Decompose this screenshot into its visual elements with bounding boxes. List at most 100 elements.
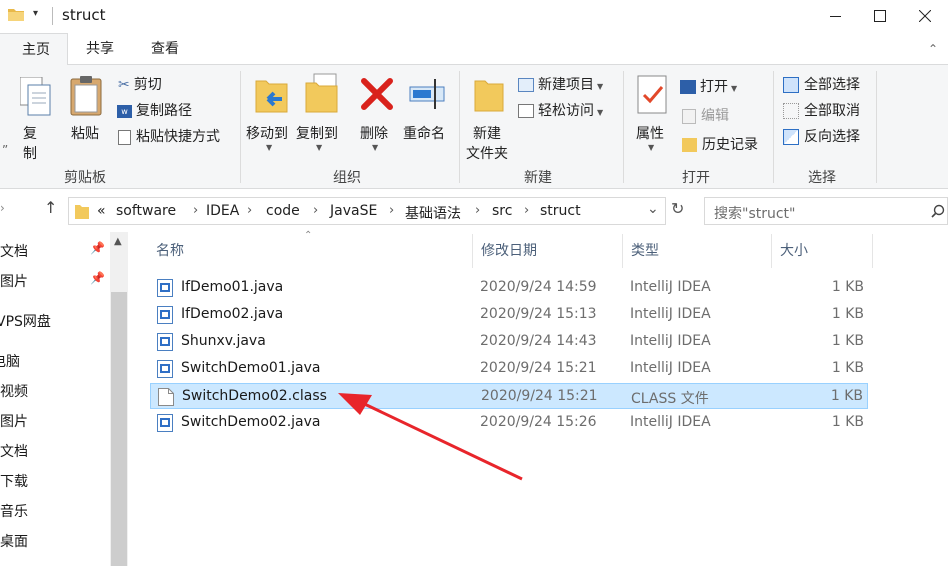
search-box[interactable]: 搜索"struct"	[704, 197, 948, 225]
breadcrumb-separator-icon[interactable]: ›	[524, 203, 529, 218]
breadcrumb-basic-syntax[interactable]: 基础语法	[405, 203, 461, 223]
table-row[interactable]: IfDemo01.java 2020/9/24 14:59 IntelliJ IDE…	[150, 275, 868, 301]
copy-to-button[interactable]: 复制到 ▼	[296, 71, 342, 161]
up-arrow-icon[interactable]: ↑	[44, 198, 57, 217]
minimize-button[interactable]	[812, 0, 858, 32]
paste-shortcut-button[interactable]: 粘贴快捷方式	[118, 126, 220, 146]
file-name: IfDemo01.java	[181, 279, 284, 295]
copy-path-button[interactable]: w 复制路径	[117, 100, 192, 120]
close-button[interactable]	[902, 0, 948, 32]
window-title: struct	[62, 6, 106, 24]
ribbon-separator	[240, 71, 241, 183]
rename-button[interactable]: 重命名	[403, 71, 451, 161]
open-button[interactable]: 打开 ▼	[680, 76, 737, 96]
history-button[interactable]: 历史记录	[682, 134, 758, 154]
breadcrumb-struct[interactable]: struct	[540, 203, 581, 219]
quick-access-dropdown-icon[interactable]: ▾	[33, 8, 38, 19]
breadcrumb-src[interactable]: src	[492, 203, 512, 219]
sort-ascending-icon: ⌃	[304, 230, 313, 241]
file-type: IntelliJ IDEA	[630, 360, 711, 376]
nav-item-downloads[interactable]: 下载	[0, 471, 28, 491]
delete-button[interactable]: 删除 ▼	[358, 71, 394, 161]
move-to-button[interactable]: 移动到 ▼	[246, 71, 292, 161]
copy-button[interactable]: 复制 ”	[0, 71, 51, 162]
column-header-type[interactable]: 类型	[631, 240, 659, 260]
breadcrumb-code[interactable]: code	[266, 203, 300, 219]
paste-shortcut-icon	[118, 129, 131, 145]
paste-button[interactable]: 粘贴	[66, 71, 108, 161]
address-bar[interactable]: « software › IDEA › code › JavaSE › 基础语法…	[68, 197, 666, 225]
collapse-ribbon-icon[interactable]: ⌃	[928, 42, 938, 56]
invert-selection-icon	[783, 129, 799, 145]
breadcrumb-javase[interactable]: JavaSE	[330, 203, 377, 219]
easy-access-button[interactable]: 轻松访问 ▼	[518, 100, 603, 120]
nav-item-videos[interactable]: 视频	[0, 381, 28, 401]
chevron-down-icon: ▼	[372, 143, 379, 152]
edit-icon	[682, 108, 696, 124]
file-size: 1 KB	[831, 333, 864, 349]
cut-button[interactable]: ✂ 剪切	[118, 74, 162, 94]
java-file-icon	[157, 414, 173, 432]
breadcrumb-separator-icon[interactable]: ›	[247, 203, 252, 218]
open-icon	[680, 80, 696, 94]
table-row[interactable]: SwitchDemo01.java 2020/9/24 15:21 IntelliJ…	[150, 356, 868, 382]
copy-to-label: 复制到	[296, 126, 338, 142]
scroll-up-icon[interactable]: ▲	[114, 236, 122, 247]
file-type: IntelliJ IDEA	[630, 306, 711, 322]
pin-icon[interactable]: 📌	[90, 241, 105, 255]
file-type: IntelliJ IDEA	[630, 333, 711, 349]
nav-item-vps-drive[interactable]: VPS网盘	[0, 311, 51, 331]
breadcrumb-overflow[interactable]: «	[97, 203, 106, 219]
new-folder-button[interactable]: 新建 文件夹	[465, 71, 513, 167]
breadcrumb-separator-icon[interactable]: ›	[193, 203, 198, 218]
table-row[interactable]: Shunxv.java 2020/9/24 14:43 IntelliJ IDEA 1…	[150, 329, 868, 355]
breadcrumb-separator-icon[interactable]: ›	[475, 203, 480, 218]
tab-home[interactable]: 主页	[0, 33, 68, 66]
search-input[interactable]: 搜索"struct"	[714, 203, 795, 223]
breadcrumb-separator-icon[interactable]: ›	[389, 203, 394, 218]
maximize-button[interactable]	[857, 0, 903, 32]
column-divider[interactable]	[472, 234, 473, 268]
pin-icon[interactable]: 📌	[90, 271, 105, 285]
breadcrumb-software[interactable]: software	[116, 203, 176, 219]
maximize-icon	[874, 10, 886, 22]
nav-item-pictures[interactable]: 图片	[0, 271, 28, 291]
chevron-down-icon: ▼	[731, 84, 738, 93]
refresh-icon[interactable]: ↻	[671, 199, 684, 218]
column-divider[interactable]	[771, 234, 772, 268]
ribbon: 复制 ” 粘贴 ✂ 剪切 w 复制路径 粘贴快捷方式 剪贴板 移动到 ▼ 复制到…	[0, 65, 948, 189]
chevron-down-icon[interactable]: ⌄	[647, 201, 659, 217]
search-icon[interactable]	[931, 204, 945, 218]
nav-item-music[interactable]: 音乐	[0, 501, 28, 521]
file-size: 1 KB	[831, 360, 864, 376]
column-header-name[interactable]: 名称	[156, 240, 184, 260]
table-row[interactable]: IfDemo02.java 2020/9/24 15:13 IntelliJ IDE…	[150, 302, 868, 328]
properties-button[interactable]: 属性 ▼	[632, 71, 672, 161]
edit-button[interactable]: 编辑	[682, 105, 729, 125]
new-item-button[interactable]: 新建项目 ▼	[518, 74, 603, 94]
column-divider[interactable]	[622, 234, 623, 268]
java-file-icon	[157, 360, 173, 378]
minimize-icon	[829, 15, 841, 17]
column-divider[interactable]	[872, 234, 873, 268]
nav-item-pictures-2[interactable]: 图片	[0, 411, 28, 431]
select-all-button[interactable]: 全部选择	[783, 74, 860, 94]
column-header-size[interactable]: 大小	[780, 240, 808, 260]
move-to-icon	[255, 80, 288, 113]
nav-item-documents[interactable]: 文档	[0, 241, 28, 261]
breadcrumb-idea[interactable]: IDEA	[206, 203, 239, 219]
easy-access-label: 轻松访问	[538, 103, 594, 119]
new-folder-icon	[474, 80, 504, 112]
column-header-modified[interactable]: 修改日期	[481, 240, 537, 260]
forward-chevron-icon[interactable]: ›	[0, 201, 5, 215]
invert-selection-button[interactable]: 反向选择	[783, 126, 860, 146]
nav-item-this-pc[interactable]: 电脑	[0, 351, 20, 371]
breadcrumb-separator-icon[interactable]: ›	[313, 203, 318, 218]
history-icon	[682, 138, 697, 152]
tab-view[interactable]: 查看	[137, 33, 193, 65]
nav-item-documents-2[interactable]: 文档	[0, 441, 28, 461]
tab-share[interactable]: 共享	[72, 33, 128, 65]
nav-scrollbar-thumb[interactable]	[111, 292, 127, 566]
nav-item-desktop[interactable]: 桌面	[0, 531, 28, 551]
select-none-button[interactable]: 全部取消	[783, 100, 860, 120]
